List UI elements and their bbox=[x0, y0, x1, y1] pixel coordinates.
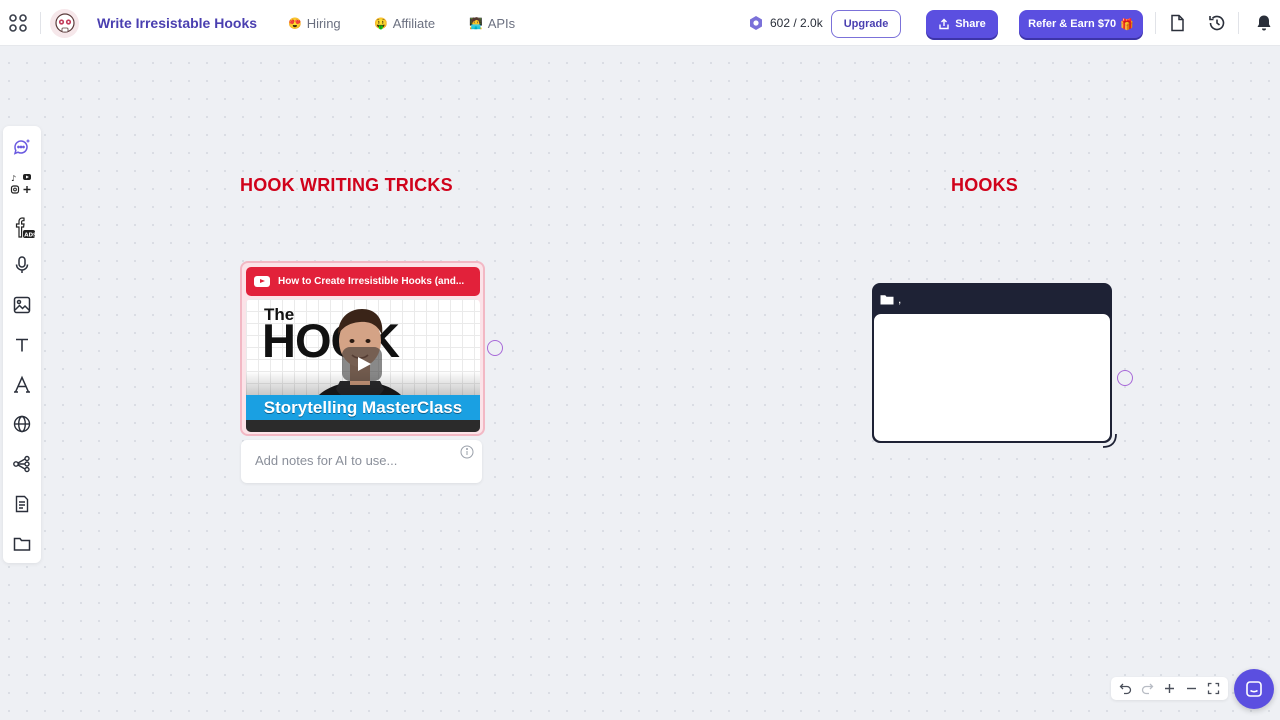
social-platforms-tool[interactable]: ♪ bbox=[10, 172, 34, 196]
divider bbox=[40, 12, 41, 34]
nav-hiring[interactable]: 😍 Hiring bbox=[288, 16, 341, 31]
folder-body[interactable] bbox=[873, 313, 1111, 442]
nav-hiring-emoji: 😍 bbox=[288, 18, 302, 30]
share-label: Share bbox=[955, 18, 986, 30]
youtube-icon bbox=[254, 276, 270, 287]
share-button[interactable]: Share bbox=[926, 10, 998, 38]
zoom-in-icon[interactable] bbox=[1161, 680, 1178, 697]
top-bar: Write Irresistable Hooks 😍 Hiring 🤑 Affi… bbox=[0, 0, 1280, 46]
zoom-out-icon[interactable] bbox=[1183, 680, 1200, 697]
globe-icon[interactable] bbox=[12, 414, 32, 434]
youtube-video-card[interactable]: How to Create Irresistible Hooks (and...… bbox=[240, 261, 485, 436]
mindmap-icon[interactable] bbox=[12, 454, 32, 474]
nav-apis-label: APIs bbox=[487, 16, 516, 31]
zoom-controls bbox=[1111, 677, 1228, 700]
nav-affiliate-label: Affiliate bbox=[392, 16, 436, 31]
video-thumbnail[interactable]: The HOOK Storytelling MasterClass bbox=[246, 299, 480, 432]
play-icon[interactable] bbox=[342, 347, 382, 381]
apps-grid-icon[interactable] bbox=[8, 13, 28, 33]
video-title: How to Create Irresistible Hooks (and... bbox=[278, 276, 465, 287]
folder-small-icon bbox=[880, 294, 894, 304]
history-icon[interactable] bbox=[1207, 13, 1227, 33]
refer-label: Refer & Earn $70 bbox=[1028, 18, 1117, 30]
facebook-ads-icon[interactable]: ADS bbox=[10, 216, 36, 240]
folder-card[interactable]: , bbox=[872, 283, 1112, 443]
divider bbox=[1238, 12, 1239, 34]
info-icon[interactable] bbox=[460, 445, 474, 459]
thumbnail-bottom-bar bbox=[246, 420, 480, 432]
gift-icon: 🎁 bbox=[1120, 18, 1134, 31]
folder-header[interactable]: , bbox=[880, 292, 901, 306]
document-title[interactable]: Write Irresistable Hooks bbox=[97, 15, 257, 31]
upgrade-button[interactable]: Upgrade bbox=[831, 10, 901, 38]
skull-logo-icon bbox=[54, 12, 75, 33]
file-icon[interactable] bbox=[1167, 13, 1187, 33]
microphone-icon[interactable] bbox=[12, 255, 32, 275]
svg-text:♪: ♪ bbox=[11, 174, 16, 183]
ai-chat-icon[interactable] bbox=[12, 138, 32, 158]
thumbnail-banner: Storytelling MasterClass bbox=[246, 395, 480, 420]
text-icon[interactable] bbox=[12, 335, 32, 355]
nav-apis[interactable]: 🧑‍💻 APIs bbox=[469, 16, 515, 31]
left-toolbar: ♪ ADS bbox=[3, 126, 41, 563]
credits-hexagon-icon bbox=[750, 16, 762, 30]
app-logo[interactable] bbox=[50, 9, 79, 38]
heading-hooks[interactable]: HOOKS bbox=[951, 175, 1018, 196]
undo-icon[interactable] bbox=[1117, 680, 1134, 697]
social-icons: ♪ bbox=[10, 174, 31, 194]
svg-text:ADS: ADS bbox=[24, 232, 36, 238]
nav-hiring-label: Hiring bbox=[306, 16, 341, 31]
document-icon[interactable] bbox=[12, 494, 32, 514]
credits-value: 602 / 2.0k bbox=[770, 16, 823, 30]
credits-counter: 602 / 2.0k bbox=[748, 15, 823, 31]
resize-handle-icon[interactable] bbox=[1100, 432, 1118, 450]
image-icon[interactable] bbox=[12, 295, 32, 315]
share-icon bbox=[939, 18, 949, 30]
nav-affiliate-emoji: 🤑 bbox=[374, 18, 388, 30]
video-card-connector-handle[interactable] bbox=[487, 340, 503, 356]
bell-icon[interactable] bbox=[1254, 13, 1274, 33]
notes-input[interactable]: Add notes for AI to use... bbox=[241, 440, 482, 483]
support-chat-button[interactable] bbox=[1234, 669, 1274, 709]
folder-icon[interactable] bbox=[12, 534, 32, 554]
chat-icon bbox=[1246, 681, 1262, 697]
divider bbox=[1155, 12, 1156, 34]
redo-icon[interactable] bbox=[1139, 680, 1156, 697]
video-title-bar[interactable]: How to Create Irresistible Hooks (and... bbox=[246, 267, 480, 296]
refer-earn-button[interactable]: Refer & Earn $70 🎁 bbox=[1019, 10, 1143, 38]
nav-apis-emoji: 🧑‍💻 bbox=[469, 18, 483, 30]
folder-card-connector-handle[interactable] bbox=[1117, 370, 1133, 386]
folder-label: , bbox=[898, 292, 902, 306]
font-icon[interactable] bbox=[12, 375, 32, 395]
fullscreen-icon[interactable] bbox=[1205, 680, 1222, 697]
nav-affiliate[interactable]: 🤑 Affiliate bbox=[374, 16, 435, 31]
heading-hook-writing-tricks[interactable]: HOOK WRITING TRICKS bbox=[240, 175, 453, 196]
